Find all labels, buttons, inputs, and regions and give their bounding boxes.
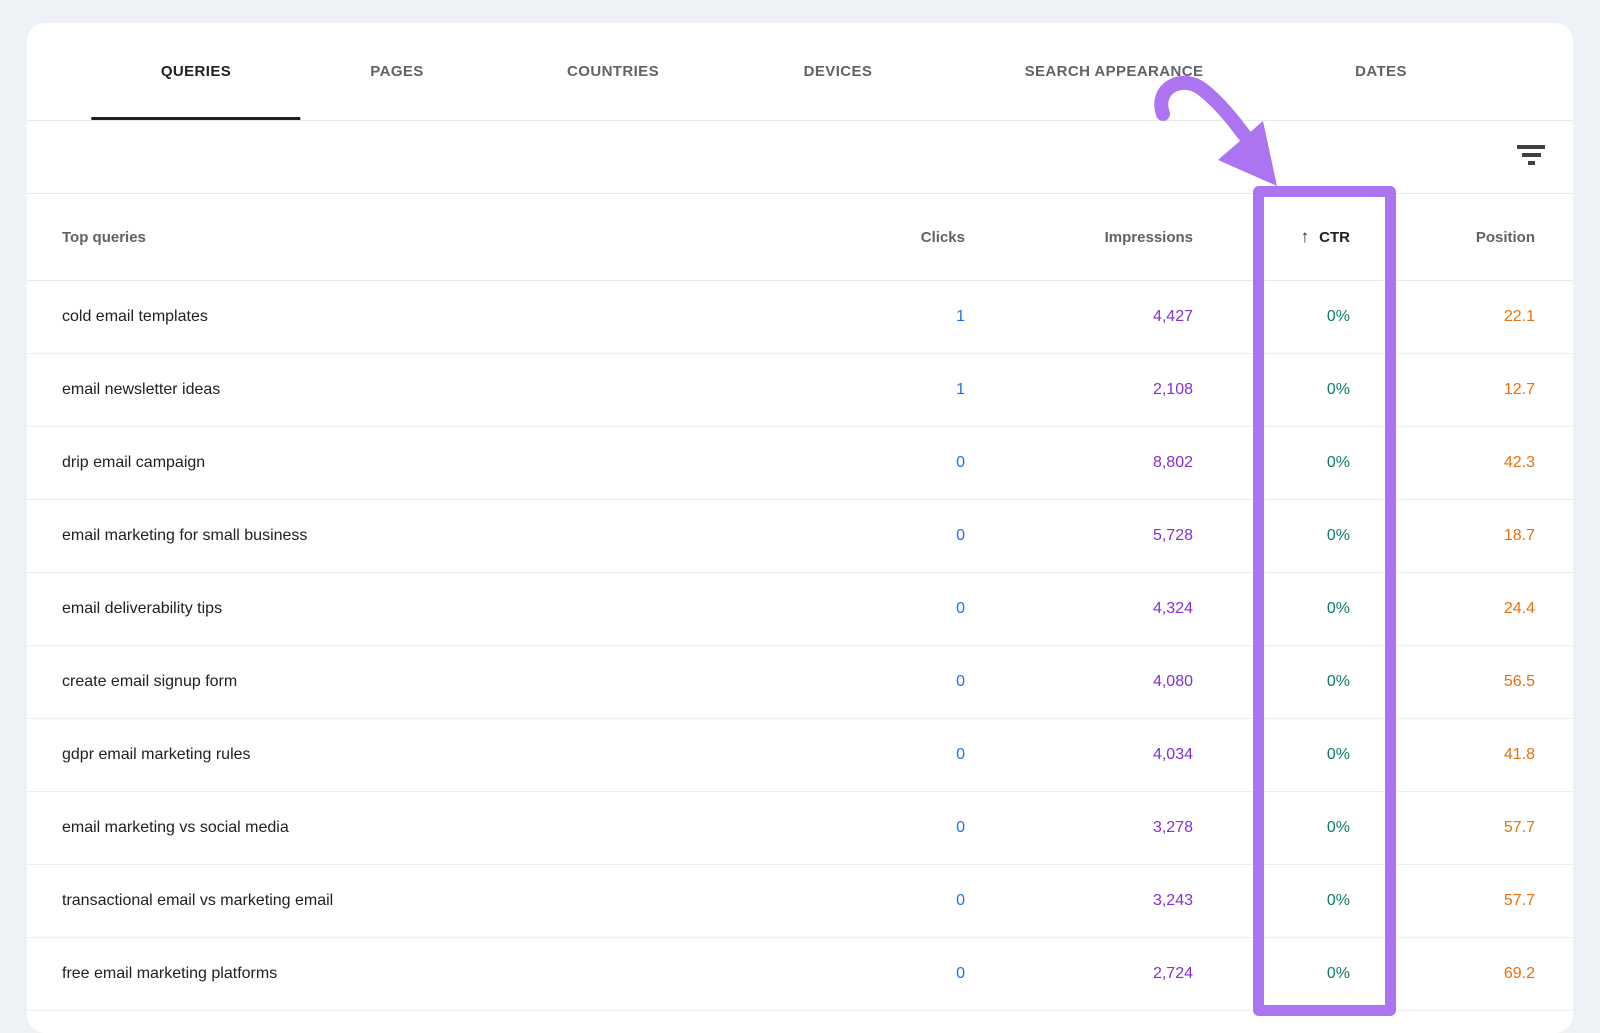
query-cell: email marketing for small business <box>27 527 765 545</box>
query-cell: cold email templates <box>27 308 765 326</box>
impressions-cell: 5,728 <box>965 527 1193 545</box>
query-table-body: cold email templates 1 4,427 0% 22.1 ema… <box>27 281 1573 1011</box>
report-tabs: QUERIES PAGES COUNTRIES DEVICES SEARCH A… <box>27 23 1573 121</box>
query-cell: gdpr email marketing rules <box>27 746 765 764</box>
query-cell: email newsletter ideas <box>27 381 765 399</box>
table-row[interactable]: create email signup form 0 4,080 0% 56.5 <box>27 646 1573 719</box>
ctr-cell: 0% <box>1193 892 1350 910</box>
ctr-cell: 0% <box>1193 600 1350 618</box>
impressions-cell: 8,802 <box>965 454 1193 472</box>
query-cell: free email marketing platforms <box>27 965 765 983</box>
table-row[interactable]: transactional email vs marketing email 0… <box>27 865 1573 938</box>
query-cell: transactional email vs marketing email <box>27 892 765 910</box>
tab-devices[interactable]: DEVICES <box>804 23 873 120</box>
ctr-cell: 0% <box>1193 965 1350 983</box>
clicks-cell: 1 <box>765 381 965 399</box>
position-cell: 57.7 <box>1350 892 1535 910</box>
position-cell: 18.7 <box>1350 527 1535 545</box>
tab-search-appearance[interactable]: SEARCH APPEARANCE <box>1025 23 1204 120</box>
column-header-top-queries[interactable]: Top queries <box>27 229 765 246</box>
column-header-clicks[interactable]: Clicks <box>765 229 965 246</box>
tab-pages[interactable]: PAGES <box>370 23 423 120</box>
ctr-cell: 0% <box>1193 673 1350 691</box>
impressions-cell: 2,724 <box>965 965 1193 983</box>
impressions-cell: 3,278 <box>965 819 1193 837</box>
position-cell: 22.1 <box>1350 308 1535 326</box>
table-row[interactable]: drip email campaign 0 8,802 0% 42.3 <box>27 427 1573 500</box>
table-row[interactable]: gdpr email marketing rules 0 4,034 0% 41… <box>27 719 1573 792</box>
table-row[interactable]: email marketing for small business 0 5,7… <box>27 500 1573 573</box>
tab-dates[interactable]: DATES <box>1355 23 1407 120</box>
ctr-cell: 0% <box>1193 746 1350 764</box>
impressions-cell: 4,034 <box>965 746 1193 764</box>
impressions-cell: 4,324 <box>965 600 1193 618</box>
query-cell: email marketing vs social media <box>27 819 765 837</box>
position-cell: 69.2 <box>1350 965 1535 983</box>
position-cell: 12.7 <box>1350 381 1535 399</box>
filter-icon[interactable] <box>1517 145 1545 165</box>
filter-row <box>27 121 1573 194</box>
ctr-cell: 0% <box>1193 308 1350 326</box>
ctr-cell: 0% <box>1193 454 1350 472</box>
impressions-cell: 2,108 <box>965 381 1193 399</box>
query-cell: create email signup form <box>27 673 765 691</box>
clicks-cell: 0 <box>765 965 965 983</box>
query-cell: email deliverability tips <box>27 600 765 618</box>
position-cell: 57.7 <box>1350 819 1535 837</box>
position-cell: 24.4 <box>1350 600 1535 618</box>
ctr-header-label: CTR <box>1319 229 1350 246</box>
impressions-cell: 4,427 <box>965 308 1193 326</box>
ctr-cell: 0% <box>1193 381 1350 399</box>
table-row[interactable]: email deliverability tips 0 4,324 0% 24.… <box>27 573 1573 646</box>
clicks-cell: 0 <box>765 527 965 545</box>
sort-ascending-icon: ↑ <box>1301 227 1310 246</box>
performance-report-card: QUERIES PAGES COUNTRIES DEVICES SEARCH A… <box>27 23 1573 1033</box>
table-row[interactable]: cold email templates 1 4,427 0% 22.1 <box>27 281 1573 354</box>
query-cell: drip email campaign <box>27 454 765 472</box>
position-cell: 41.8 <box>1350 746 1535 764</box>
ctr-cell: 0% <box>1193 819 1350 837</box>
clicks-cell: 0 <box>765 819 965 837</box>
clicks-cell: 0 <box>765 892 965 910</box>
clicks-cell: 0 <box>765 673 965 691</box>
ctr-cell: 0% <box>1193 527 1350 545</box>
column-header-position[interactable]: Position <box>1350 229 1535 246</box>
impressions-cell: 3,243 <box>965 892 1193 910</box>
clicks-cell: 0 <box>765 454 965 472</box>
table-row[interactable]: free email marketing platforms 0 2,724 0… <box>27 938 1573 1011</box>
table-row[interactable]: email marketing vs social media 0 3,278 … <box>27 792 1573 865</box>
table-row[interactable]: email newsletter ideas 1 2,108 0% 12.7 <box>27 354 1573 427</box>
clicks-cell: 0 <box>765 600 965 618</box>
impressions-cell: 4,080 <box>965 673 1193 691</box>
position-cell: 56.5 <box>1350 673 1535 691</box>
clicks-cell: 0 <box>765 746 965 764</box>
position-cell: 42.3 <box>1350 454 1535 472</box>
tab-queries[interactable]: QUERIES <box>161 23 231 120</box>
table-header-row: Top queries Clicks Impressions ↑ CTR Posi… <box>27 194 1573 281</box>
tab-countries[interactable]: COUNTRIES <box>567 23 659 120</box>
column-header-ctr[interactable]: ↑ CTR <box>1193 227 1350 247</box>
column-header-impressions[interactable]: Impressions <box>965 229 1193 246</box>
clicks-cell: 1 <box>765 308 965 326</box>
